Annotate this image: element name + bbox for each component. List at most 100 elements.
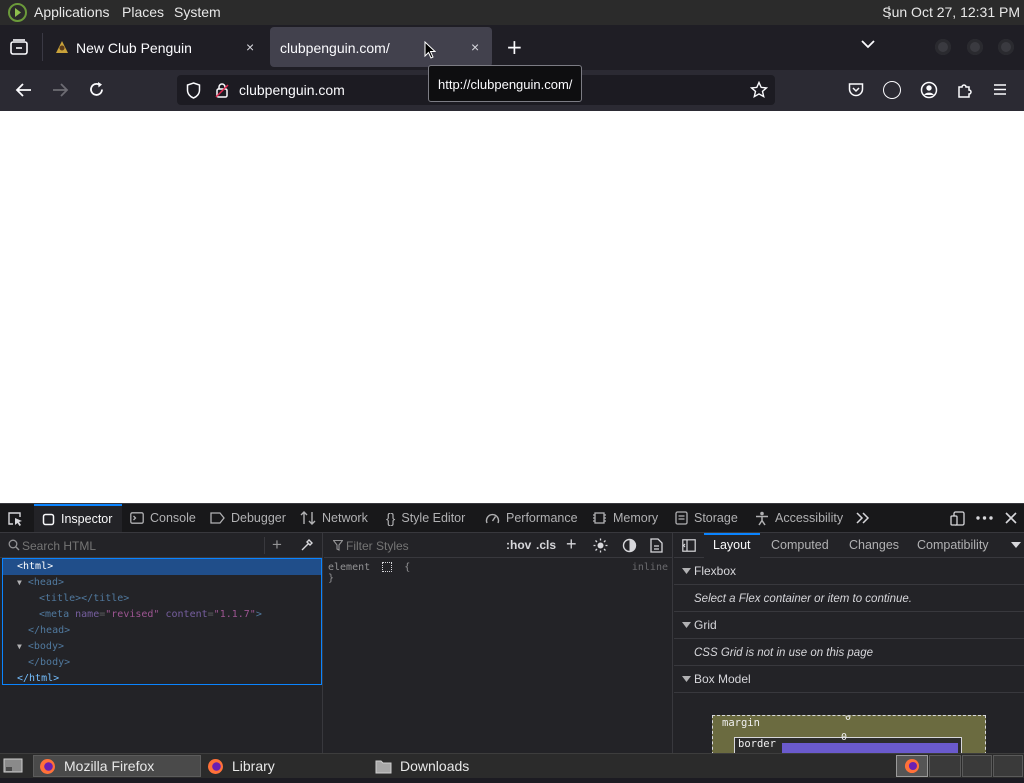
eyedropper-icon[interactable] bbox=[300, 538, 314, 552]
responsive-design-mode-icon[interactable] bbox=[950, 511, 966, 526]
rules-filter-bar: :hov .cls + bbox=[324, 533, 672, 558]
tab-label: Console bbox=[150, 511, 196, 525]
close-devtools-icon[interactable] bbox=[1005, 512, 1017, 524]
element-rule[interactable]: element { } bbox=[328, 562, 410, 584]
add-node-icon[interactable]: + bbox=[272, 536, 282, 553]
close-window-icon[interactable] bbox=[998, 39, 1014, 55]
tab-debugger[interactable]: Debugger bbox=[210, 504, 286, 532]
taskbar: Mozilla Firefox Library Downloads bbox=[0, 753, 1024, 778]
grid-section-header[interactable]: Grid bbox=[674, 612, 1024, 639]
markup-tree[interactable]: <html> ▼ <head> <title></title> <meta na… bbox=[2, 558, 322, 685]
grid-highlighter-icon[interactable] bbox=[382, 562, 393, 572]
tab-overview-icon[interactable] bbox=[10, 39, 28, 55]
toggle-pane-icon[interactable] bbox=[682, 539, 696, 552]
element-picker-icon[interactable] bbox=[7, 511, 23, 527]
dark-theme-contrast-icon[interactable] bbox=[622, 538, 637, 553]
node-meta[interactable]: <meta name="revised" content="1.1.7"> bbox=[39, 607, 262, 623]
more-options-icon[interactable] bbox=[976, 516, 993, 520]
tab-performance[interactable]: Performance bbox=[485, 504, 578, 532]
search-html-input[interactable] bbox=[22, 537, 252, 554]
clock[interactable]: Sun Oct 27, 12:31 PM bbox=[882, 4, 1020, 20]
tab-compatibility[interactable]: Compatibility bbox=[917, 538, 989, 552]
tab-memory[interactable]: Memory bbox=[592, 504, 658, 532]
task-mozilla-firefox[interactable]: Mozilla Firefox bbox=[33, 755, 201, 777]
node-title[interactable]: <title></title> bbox=[39, 591, 129, 607]
tab-close-icon[interactable]: × bbox=[471, 39, 479, 55]
border-top-value[interactable]: 0 bbox=[841, 732, 847, 743]
tab-network[interactable]: Network bbox=[300, 504, 368, 532]
node-html-close[interactable]: </html> bbox=[17, 671, 59, 687]
tab-accessibility[interactable]: Accessibility bbox=[755, 504, 843, 532]
devtools-toolbar: Inspector Console Debugger Network {} St… bbox=[0, 504, 1024, 533]
filter-styles-input[interactable] bbox=[346, 537, 496, 554]
tab-close-icon[interactable]: × bbox=[246, 39, 254, 55]
print-media-icon[interactable] bbox=[650, 538, 663, 553]
tab-style-editor[interactable]: {} Style Editor bbox=[386, 504, 465, 532]
add-rule-icon[interactable]: + bbox=[566, 535, 577, 553]
top-panel: Applications Places System Sun Oct 27, 1… bbox=[0, 0, 1024, 25]
task-library[interactable]: Library bbox=[203, 755, 368, 777]
expand-arrow-icon[interactable]: ▼ bbox=[17, 642, 22, 651]
divider bbox=[264, 537, 265, 554]
url-text[interactable]: clubpenguin.com bbox=[239, 82, 345, 98]
hamburger-menu-icon[interactable] bbox=[993, 83, 1007, 96]
node-head[interactable]: ▼ <head> bbox=[17, 575, 64, 591]
reload-icon[interactable] bbox=[88, 81, 105, 98]
collapse-arrow-icon bbox=[682, 676, 691, 682]
tab-inspector[interactable]: Inspector bbox=[34, 504, 122, 532]
firefox-icon bbox=[904, 758, 920, 774]
new-tab-button[interactable]: + bbox=[506, 35, 523, 59]
pocket-icon[interactable] bbox=[848, 82, 864, 97]
tab-computed[interactable]: Computed bbox=[771, 538, 829, 552]
page-content[interactable] bbox=[0, 111, 1024, 503]
box-model-margin[interactable]: margin 0 border 0 bbox=[712, 715, 986, 755]
back-icon[interactable] bbox=[15, 82, 32, 98]
tabs-overflow-chevron-icon[interactable] bbox=[1011, 542, 1021, 548]
attr-name: name bbox=[75, 609, 100, 620]
system-menu[interactable]: System bbox=[174, 4, 221, 20]
node-body-close[interactable]: </body> bbox=[28, 655, 70, 671]
node-body[interactable]: ▼ <body> bbox=[17, 639, 64, 655]
maximize-icon[interactable] bbox=[967, 39, 983, 55]
tab-new-club-penguin[interactable]: New Club Penguin × bbox=[48, 27, 268, 67]
places-menu[interactable]: Places bbox=[122, 4, 164, 20]
node-html[interactable]: <html> bbox=[3, 559, 321, 575]
box-model-section-header[interactable]: Box Model bbox=[674, 666, 1024, 693]
node-head-close[interactable]: </head> bbox=[28, 623, 70, 639]
workspace-4[interactable] bbox=[993, 755, 1023, 777]
tab-clubpenguin[interactable]: clubpenguin.com/ × bbox=[270, 27, 492, 67]
folder-icon bbox=[375, 759, 392, 774]
tab-console[interactable]: Console bbox=[130, 504, 196, 532]
task-label: Mozilla Firefox bbox=[64, 758, 155, 774]
bookmark-star-icon[interactable] bbox=[750, 81, 768, 99]
expand-arrow-icon[interactable]: ▼ bbox=[17, 578, 22, 587]
gnome-foot-icon[interactable] bbox=[8, 3, 27, 22]
list-all-tabs-icon[interactable] bbox=[861, 39, 875, 49]
workspace-2[interactable] bbox=[929, 755, 961, 777]
task-downloads[interactable]: Downloads bbox=[371, 755, 536, 777]
cls-toggle[interactable]: .cls bbox=[536, 538, 556, 552]
extensions-icon[interactable] bbox=[956, 81, 974, 99]
account-icon[interactable] bbox=[920, 81, 938, 99]
tab-storage[interactable]: Storage bbox=[675, 504, 738, 532]
light-theme-sun-icon[interactable] bbox=[593, 538, 608, 553]
minimize-icon[interactable] bbox=[935, 39, 951, 55]
more-tools-chevron-icon[interactable] bbox=[855, 511, 870, 525]
sync-account-circle-icon[interactable] bbox=[883, 81, 901, 99]
applications-menu[interactable]: Applications bbox=[34, 4, 110, 20]
workspace-switcher[interactable] bbox=[896, 755, 928, 777]
mouse-cursor-icon bbox=[424, 41, 436, 59]
tab-layout[interactable]: Layout bbox=[713, 538, 751, 552]
tracking-protection-shield-icon[interactable] bbox=[186, 82, 201, 99]
flexbox-section-header[interactable]: Flexbox bbox=[674, 558, 1024, 585]
body-tag: <body> bbox=[27, 641, 64, 652]
head-tag: <head> bbox=[27, 577, 64, 588]
layout-tabs-bar: Layout Computed Changes Compatibility bbox=[674, 533, 1024, 558]
workspace-3[interactable] bbox=[962, 755, 992, 777]
margin-top-value[interactable]: 0 bbox=[845, 716, 851, 723]
insecure-lock-icon[interactable] bbox=[215, 82, 229, 99]
hov-toggle[interactable]: :hov bbox=[506, 538, 531, 552]
show-desktop-icon[interactable] bbox=[3, 757, 23, 774]
tab-changes[interactable]: Changes bbox=[849, 538, 899, 552]
forward-icon[interactable] bbox=[52, 82, 69, 98]
